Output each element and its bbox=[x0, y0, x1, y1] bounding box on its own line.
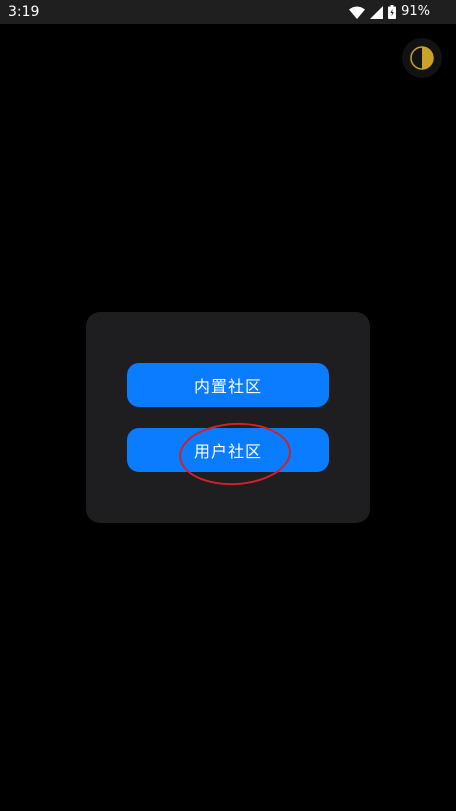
user-community-button[interactable]: 用户社区 bbox=[127, 428, 329, 472]
battery-icon bbox=[388, 5, 397, 19]
wifi-icon bbox=[349, 6, 366, 19]
user-community-label: 用户社区 bbox=[193, 442, 262, 461]
theme-toggle-button[interactable] bbox=[402, 38, 442, 78]
cell-signal-icon bbox=[370, 5, 384, 19]
builtin-community-button[interactable]: 内置社区 bbox=[127, 363, 329, 407]
community-dialog: 内置社区 用户社区 bbox=[86, 312, 370, 523]
status-icons: 91% bbox=[349, 3, 430, 21]
half-moon-contrast-icon bbox=[410, 46, 434, 70]
builtin-community-label: 内置社区 bbox=[193, 377, 262, 396]
status-bar: 3:19 91% bbox=[0, 0, 456, 24]
status-time: 3:19 bbox=[8, 4, 40, 20]
battery-percent: 91% bbox=[401, 4, 430, 19]
